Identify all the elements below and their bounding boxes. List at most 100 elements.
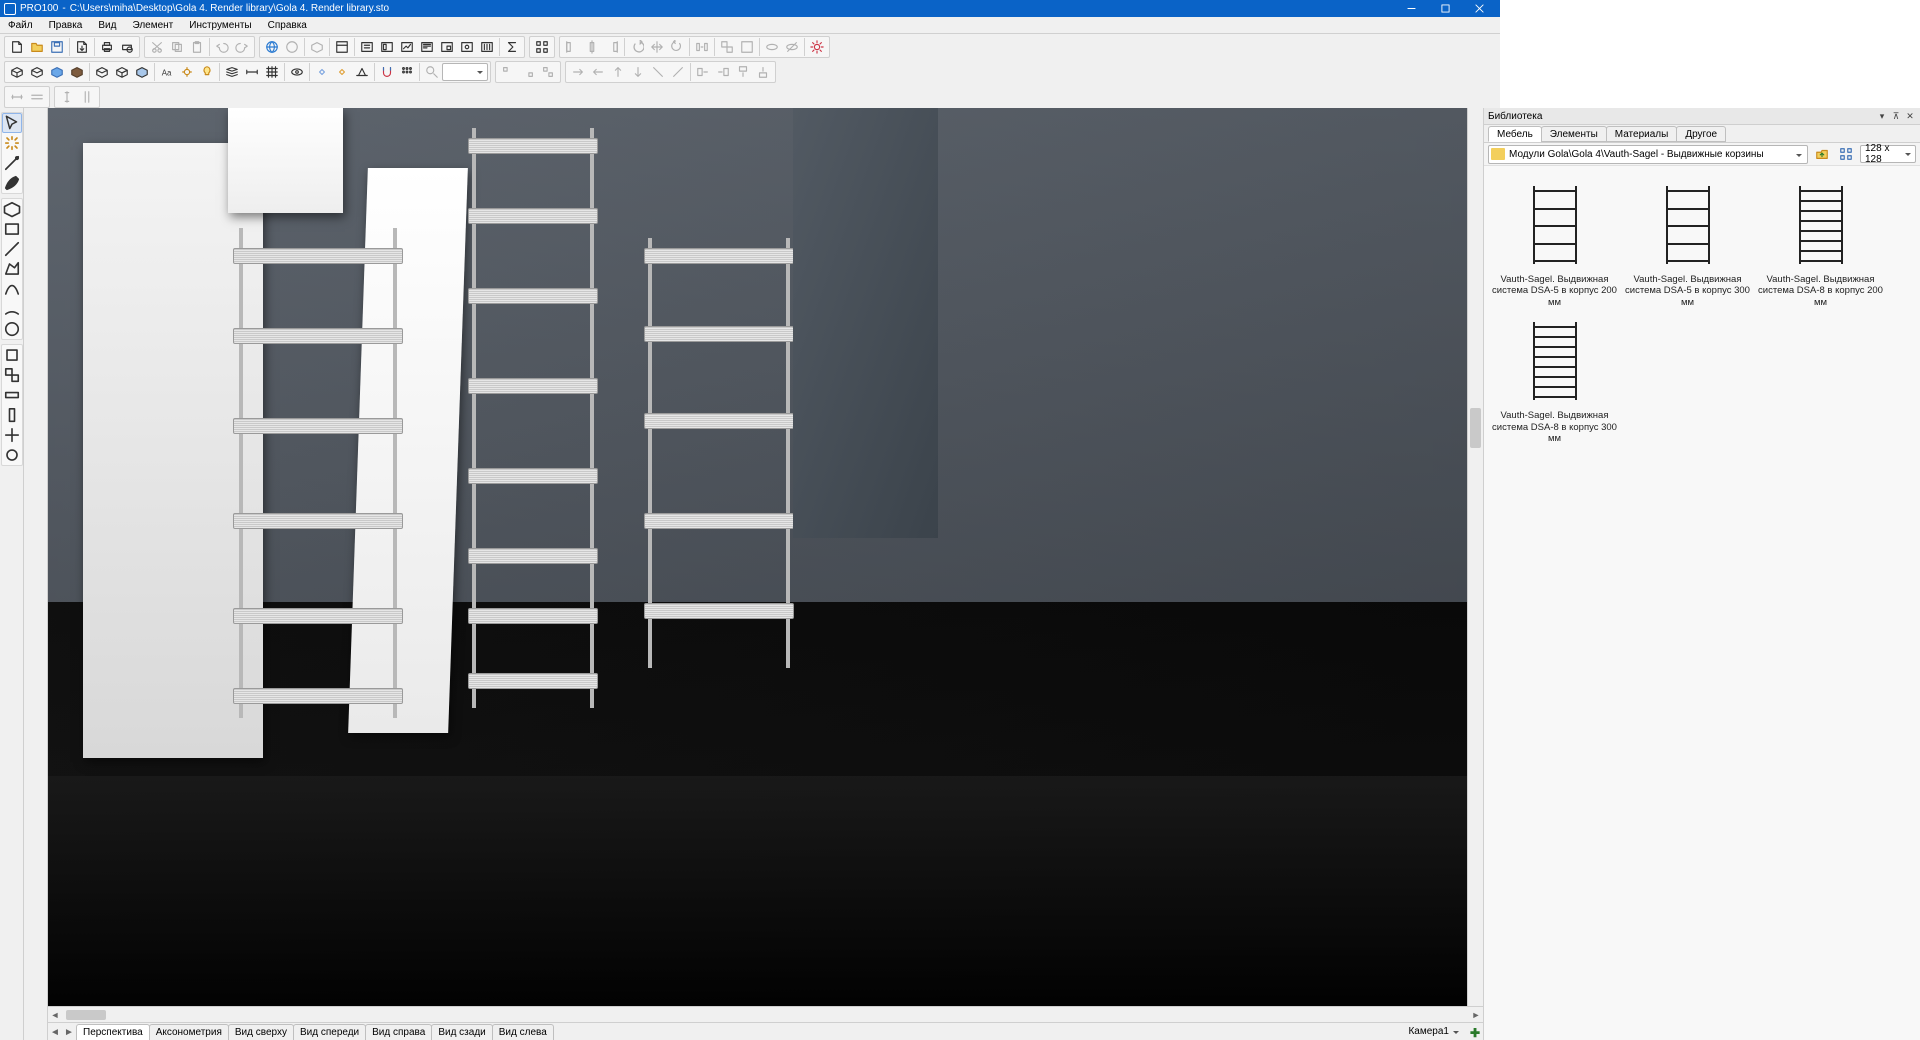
layers-button[interactable] (222, 62, 242, 82)
menu-tools[interactable]: Инструменты (181, 17, 259, 33)
eye-view-b[interactable] (782, 37, 802, 57)
granular-1-button[interactable] (532, 37, 552, 57)
viewport-scroll-horizontal[interactable]: ◄ ► (48, 1006, 1483, 1022)
menu-edit[interactable]: Правка (41, 17, 91, 33)
mod-b[interactable] (2, 365, 22, 385)
mod-a[interactable] (2, 345, 22, 365)
library-item[interactable]: Vauth-Sagel. Выдвижная система DSA-8 в к… (1488, 312, 1621, 448)
shape-box[interactable] (2, 199, 22, 219)
wand-tool[interactable] (2, 153, 22, 173)
globe-alt-button[interactable] (282, 37, 302, 57)
push-a4[interactable] (628, 62, 648, 82)
align-a1[interactable] (562, 37, 582, 57)
push-a3[interactable] (608, 62, 628, 82)
report-2-button[interactable] (377, 37, 397, 57)
tab-right[interactable]: Вид справа (365, 1024, 432, 1040)
window-list-button[interactable] (332, 37, 352, 57)
magnet-button[interactable] (377, 62, 397, 82)
library-path-combo[interactable] (1488, 145, 1808, 164)
print-preview-button[interactable] (117, 37, 137, 57)
report-1-button[interactable] (357, 37, 377, 57)
meas-a[interactable] (7, 87, 27, 107)
minimize-button[interactable] (1394, 0, 1428, 17)
push-b1[interactable] (693, 62, 713, 82)
align-a2[interactable] (582, 37, 602, 57)
menu-view[interactable]: Вид (90, 17, 124, 33)
viewport[interactable] (48, 108, 1467, 1006)
shape-misc[interactable] (2, 319, 22, 339)
library-up-button[interactable] (1812, 144, 1832, 164)
snap-point-button[interactable] (312, 62, 332, 82)
zoom-button[interactable] (422, 62, 442, 82)
view-textured-button[interactable] (67, 62, 87, 82)
eye-view-a[interactable] (762, 37, 782, 57)
constraint-1[interactable] (498, 62, 518, 82)
paint-tool[interactable] (2, 173, 22, 193)
push-b2[interactable] (713, 62, 733, 82)
export-button[interactable] (72, 37, 92, 57)
view-hidden-button[interactable] (27, 62, 47, 82)
rotate-left-button[interactable] (627, 37, 647, 57)
open-file-button[interactable] (27, 37, 47, 57)
tabs-scroll-left[interactable]: ◄ (48, 1024, 62, 1040)
mod-c[interactable] (2, 385, 22, 405)
meas-z[interactable] (77, 87, 97, 107)
push-b4[interactable] (753, 62, 773, 82)
copy-button[interactable] (167, 37, 187, 57)
menu-file[interactable]: Файл (0, 17, 41, 33)
report-3-button[interactable] (397, 37, 417, 57)
group-b[interactable] (737, 37, 757, 57)
push-b3[interactable] (733, 62, 753, 82)
add-camera-button[interactable]: ✚ (1467, 1026, 1483, 1040)
report-5-button[interactable] (437, 37, 457, 57)
close-button[interactable] (1462, 0, 1496, 17)
shape-line[interactable] (2, 239, 22, 259)
view-mode-a[interactable] (92, 62, 112, 82)
report-7-button[interactable] (477, 37, 497, 57)
settings-gear-button[interactable] (807, 37, 827, 57)
align-a3[interactable] (602, 37, 622, 57)
shape-poly[interactable] (2, 259, 22, 279)
library-dropdown-icon[interactable]: ▾ (1876, 110, 1888, 122)
redo-button[interactable] (232, 37, 252, 57)
library-path-input[interactable] (1509, 149, 1805, 160)
library-item[interactable]: Vauth-Sagel. Выдвижная система DSA-5 в к… (1488, 176, 1621, 312)
shape-arc[interactable] (2, 299, 22, 319)
tab-axonometry[interactable]: Аксонометрия (149, 1024, 229, 1040)
show-axis-button[interactable] (177, 62, 197, 82)
print-button[interactable] (97, 37, 117, 57)
library-tab-elements[interactable]: Элементы (1541, 126, 1607, 142)
3d-button[interactable] (307, 37, 327, 57)
grid-toggle-button[interactable] (262, 62, 282, 82)
library-grid[interactable]: Vauth-Sagel. Выдвижная система DSA-5 в к… (1484, 166, 1920, 1040)
push-a2[interactable] (588, 62, 608, 82)
dimension-button[interactable] (242, 62, 262, 82)
tabs-scroll-right[interactable]: ► (62, 1024, 76, 1040)
undo-button[interactable] (212, 37, 232, 57)
mod-e[interactable] (2, 425, 22, 445)
shape-rect[interactable] (2, 219, 22, 239)
snap-edge-button[interactable] (332, 62, 352, 82)
view-mode-c[interactable] (132, 62, 152, 82)
snap-grid-button[interactable] (397, 62, 417, 82)
tab-front[interactable]: Вид спереди (293, 1024, 366, 1040)
rotate-right-button[interactable] (667, 37, 687, 57)
mod-f[interactable] (2, 445, 22, 465)
show-label-button[interactable]: Aa (157, 62, 177, 82)
library-tab-materials[interactable]: Материалы (1606, 126, 1678, 142)
library-tab-other[interactable]: Другое (1676, 126, 1726, 142)
library-view-mode[interactable] (1836, 144, 1856, 164)
mod-d[interactable] (2, 405, 22, 425)
push-a6[interactable] (668, 62, 688, 82)
snap-face-button[interactable] (352, 62, 372, 82)
library-item[interactable]: Vauth-Sagel. Выдвижная система DSA-5 в к… (1621, 176, 1754, 312)
light-tool[interactable] (2, 133, 22, 153)
show-light-button[interactable] (197, 62, 217, 82)
library-pin-icon[interactable]: ⊼ (1890, 110, 1902, 122)
save-button[interactable] (47, 37, 67, 57)
tab-back[interactable]: Вид сзади (431, 1024, 492, 1040)
maximize-button[interactable] (1428, 0, 1462, 17)
push-a5[interactable] (648, 62, 668, 82)
camera-dropdown[interactable]: Камера1 (1400, 1023, 1467, 1040)
view-mode-b[interactable] (112, 62, 132, 82)
